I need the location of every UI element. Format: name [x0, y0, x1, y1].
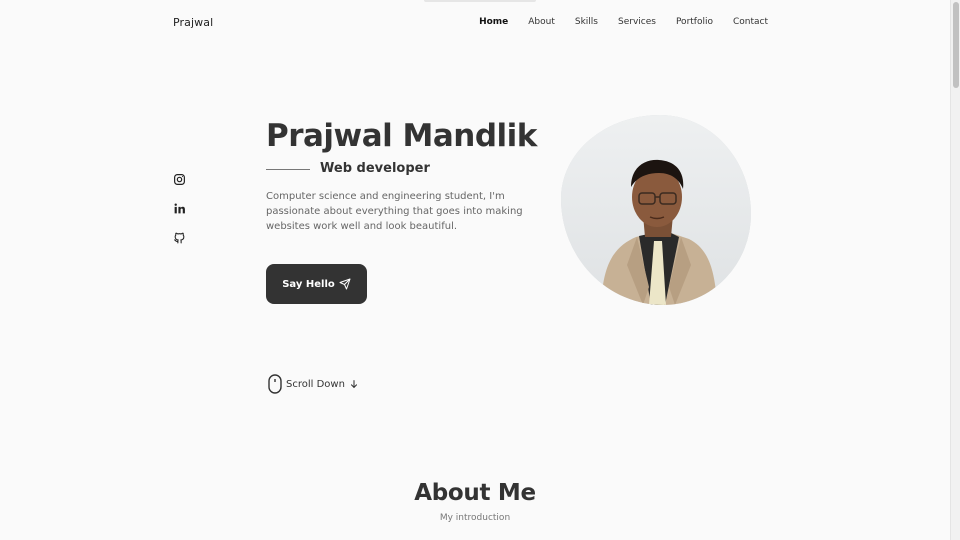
scroll-down-link[interactable]: Scroll Down — [268, 374, 359, 394]
nav-about[interactable]: About — [528, 16, 555, 28]
scrollbar-thumb[interactable] — [953, 2, 959, 88]
profile-photo — [561, 115, 751, 305]
send-icon — [339, 278, 351, 290]
hero-role: Web developer — [320, 161, 430, 176]
say-hello-button[interactable]: Say Hello — [266, 264, 367, 304]
person-portrait-image — [561, 115, 751, 305]
arrow-down-icon — [350, 380, 357, 389]
linkedin-icon[interactable] — [173, 202, 186, 215]
instagram-icon[interactable] — [173, 173, 186, 186]
nav-services[interactable]: Services — [618, 16, 656, 28]
nav-portfolio[interactable]: Portfolio — [676, 16, 713, 28]
page-scrollbar[interactable] — [950, 0, 960, 540]
nav-home[interactable]: Home — [479, 16, 508, 28]
scroll-down-label: Scroll Down — [286, 378, 345, 390]
site-logo[interactable]: Prajwal — [173, 16, 213, 29]
say-hello-label: Say Hello — [282, 278, 335, 290]
subtitle-divider — [266, 169, 310, 170]
mouse-icon — [268, 374, 282, 394]
hero-description: Computer science and engineering student… — [266, 191, 523, 232]
about-section-subtitle: My introduction — [439, 513, 511, 523]
nav-contact[interactable]: Contact — [733, 16, 768, 28]
profile-photo-blob — [561, 115, 751, 305]
about-section-title: About Me — [414, 480, 536, 506]
hero-name: Prajwal Mandlik — [266, 118, 537, 154]
main-nav: Home About Skills Services Portfolio Con… — [459, 16, 768, 28]
nav-skills[interactable]: Skills — [575, 16, 598, 28]
github-icon[interactable] — [173, 231, 186, 244]
site-header: Prajwal Home About Skills Services Portf… — [0, 0, 950, 44]
social-links — [173, 173, 186, 260]
